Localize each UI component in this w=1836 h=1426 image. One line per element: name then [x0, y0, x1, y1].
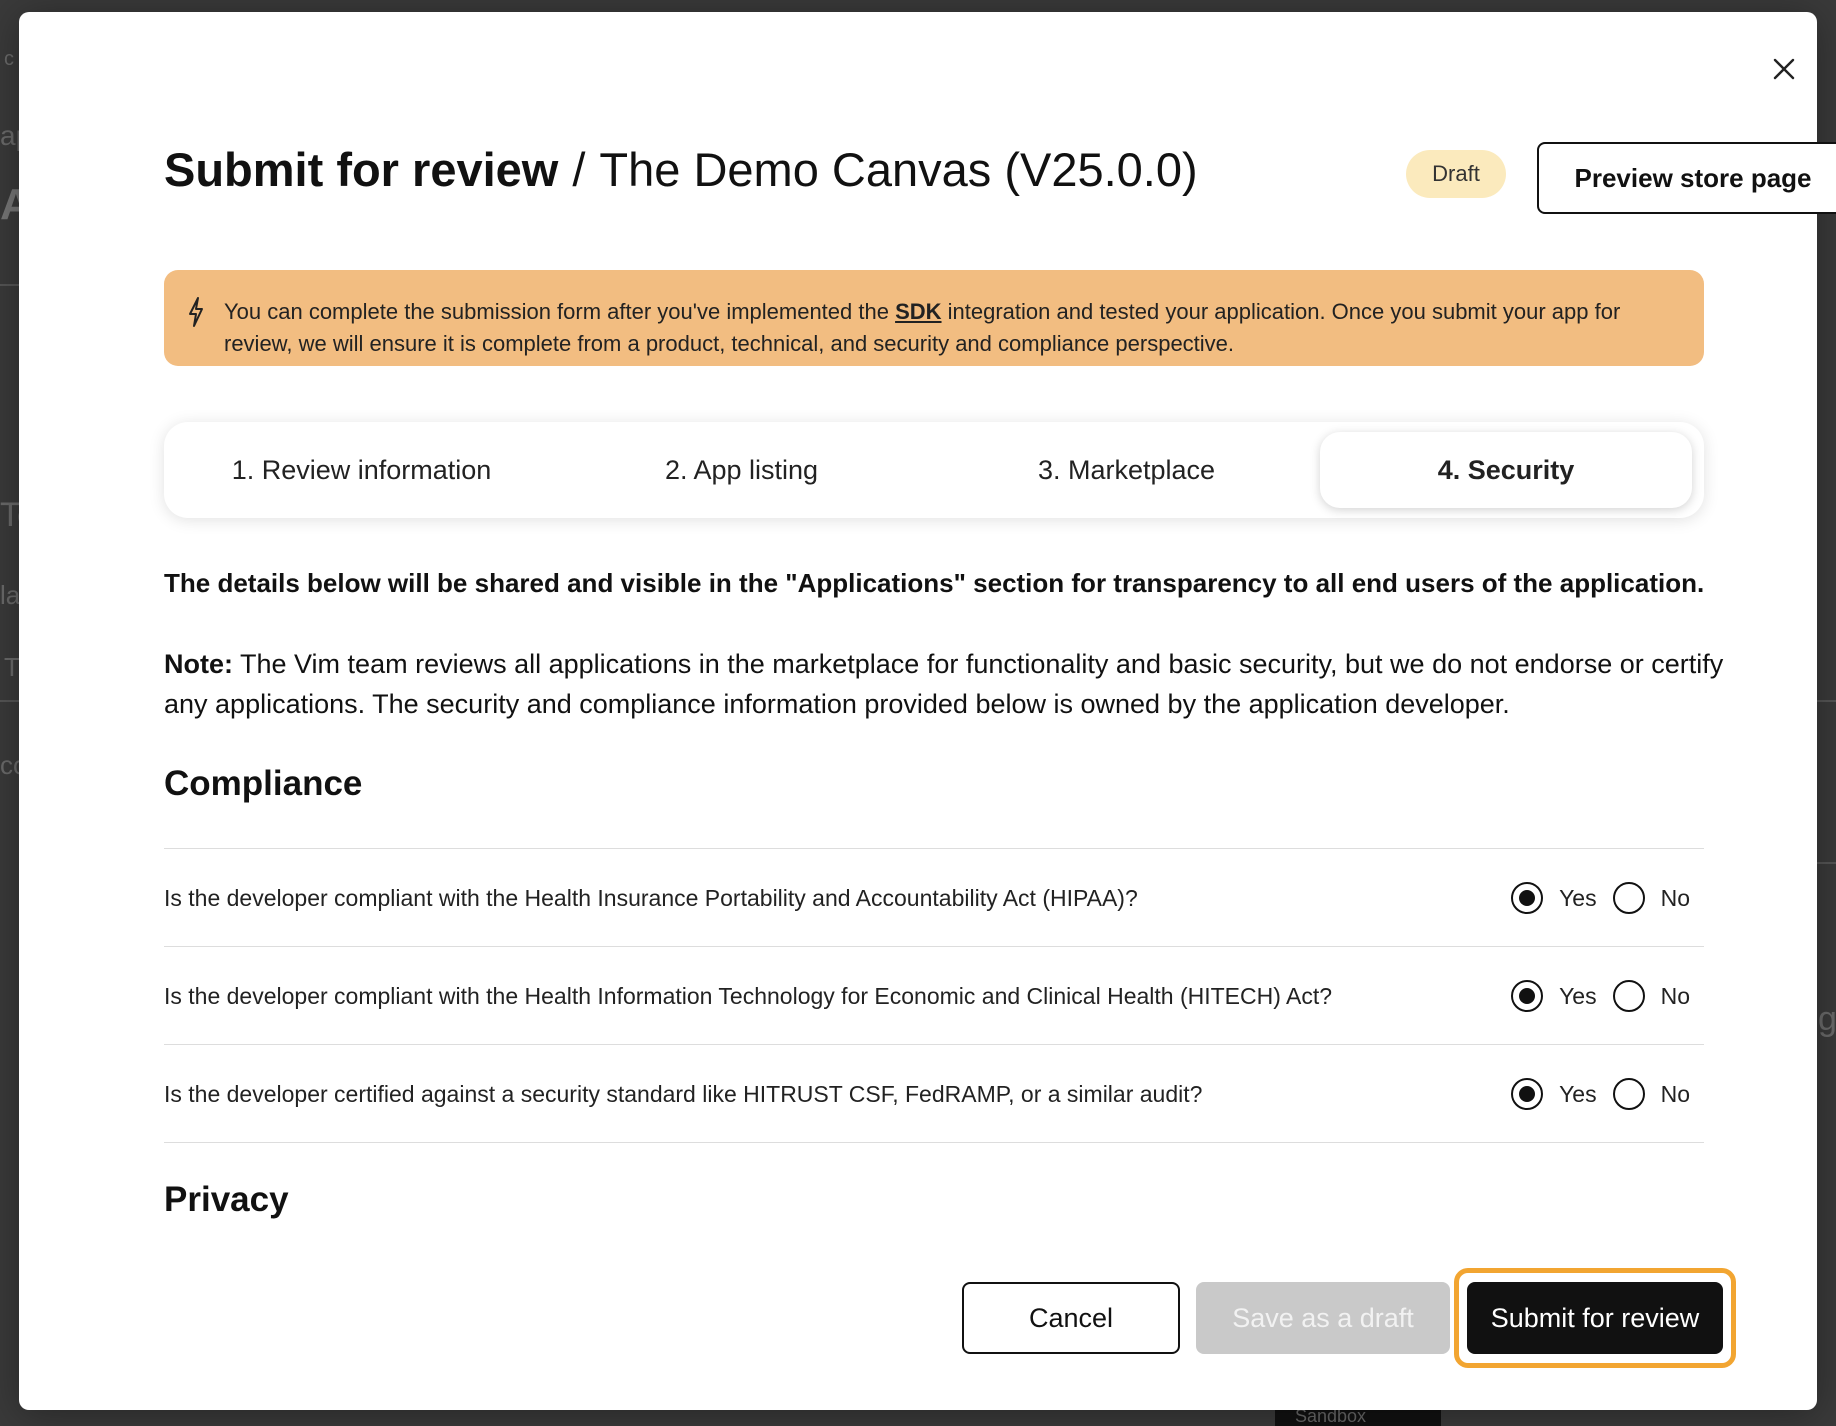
background-text-fragment: c [4, 48, 14, 70]
close-icon[interactable] [1761, 46, 1807, 92]
radio-yes[interactable]: Yes [1511, 980, 1597, 1012]
radio-group: Yes No [1511, 1045, 1690, 1143]
radio-no[interactable]: No [1612, 882, 1690, 914]
note-label: Note: [164, 649, 233, 679]
intro-text: The details below will be shared and vis… [164, 568, 1705, 598]
info-banner: You can complete the submission form aft… [164, 270, 1704, 366]
tab-review-information[interactable]: 1. Review information [174, 432, 549, 508]
compliance-heading: Compliance [164, 764, 363, 803]
question-text: Is the developer compliant with the Heal… [164, 983, 1333, 1009]
radio-checked-icon[interactable] [1511, 882, 1544, 914]
radio-checked-icon[interactable] [1511, 980, 1544, 1012]
note-paragraph: Note: The Vim team reviews all applicati… [164, 644, 1724, 724]
cancel-button[interactable]: Cancel [962, 1282, 1180, 1354]
compliance-question-list: Is the developer compliant with the Heal… [164, 848, 1704, 1143]
radio-label: No [1660, 982, 1690, 1009]
page-title: Submit for review / The Demo Canvas (V25.0… [164, 142, 1198, 197]
tab-app-listing[interactable]: 2. App listing [554, 432, 929, 508]
radio-label: Yes [1559, 884, 1597, 911]
submit-review-modal: Submit for review / The Demo Canvas (V25.0… [19, 12, 1836, 1410]
submit-for-review-button[interactable]: Submit for review [1467, 1282, 1723, 1354]
app-name: The Demo Canvas (V25.0.0) [599, 143, 1198, 196]
question-text: Is the developer compliant with the Heal… [164, 885, 1138, 911]
question-row-hipaa: Is the developer compliant with the Heal… [164, 849, 1704, 947]
question-text: Is the developer certified against a sec… [164, 1081, 1203, 1107]
radio-label: Yes [1559, 1080, 1597, 1107]
save-draft-button[interactable]: Save as a draft [1196, 1282, 1450, 1354]
radio-unchecked-icon[interactable] [1612, 1078, 1645, 1110]
step-tabs: 1. Review information 2. App listing 3. … [164, 422, 1704, 518]
radio-unchecked-icon[interactable] [1612, 882, 1645, 914]
tab-security[interactable]: 4. Security [1320, 432, 1692, 508]
preview-store-page-button[interactable]: Preview store page [1537, 142, 1836, 214]
modal-header: Submit for review / The Demo Canvas (V25.0… [164, 132, 1836, 236]
background-divider [0, 284, 19, 286]
privacy-heading: Privacy [164, 1180, 289, 1219]
background-divider [1817, 700, 1836, 702]
sdk-link[interactable]: SDK [895, 299, 941, 324]
radio-yes[interactable]: Yes [1511, 1078, 1597, 1110]
radio-unchecked-icon[interactable] [1612, 980, 1645, 1012]
title-label: Submit for review [164, 143, 559, 196]
close-icon-glyph [1773, 58, 1795, 80]
question-row-security-standard: Is the developer certified against a sec… [164, 1045, 1704, 1143]
radio-no[interactable]: No [1612, 1078, 1690, 1110]
radio-no[interactable]: No [1612, 980, 1690, 1012]
status-badge: Draft [1406, 150, 1506, 198]
tab-marketplace[interactable]: 3. Marketplace [939, 432, 1314, 508]
question-row-hitech: Is the developer compliant with the Heal… [164, 947, 1704, 1045]
radio-label: No [1660, 1080, 1690, 1107]
background-divider [0, 700, 19, 702]
radio-group: Yes No [1511, 849, 1690, 947]
lightning-icon [189, 297, 203, 327]
radio-label: Yes [1559, 982, 1597, 1009]
radio-group: Yes No [1511, 947, 1690, 1045]
background-text-fragment: T [4, 652, 20, 682]
background-divider [1817, 862, 1836, 864]
banner-text-start: You can complete the submission form aft… [224, 299, 896, 324]
radio-label: No [1660, 884, 1690, 911]
radio-checked-icon[interactable] [1511, 1078, 1544, 1110]
radio-yes[interactable]: Yes [1511, 882, 1597, 914]
title-separator: / [572, 143, 586, 196]
background-text-fragment: la [0, 580, 21, 610]
background-text-fragment: g [1818, 1000, 1836, 1038]
note-text: The Vim team reviews all applications in… [164, 649, 1724, 719]
